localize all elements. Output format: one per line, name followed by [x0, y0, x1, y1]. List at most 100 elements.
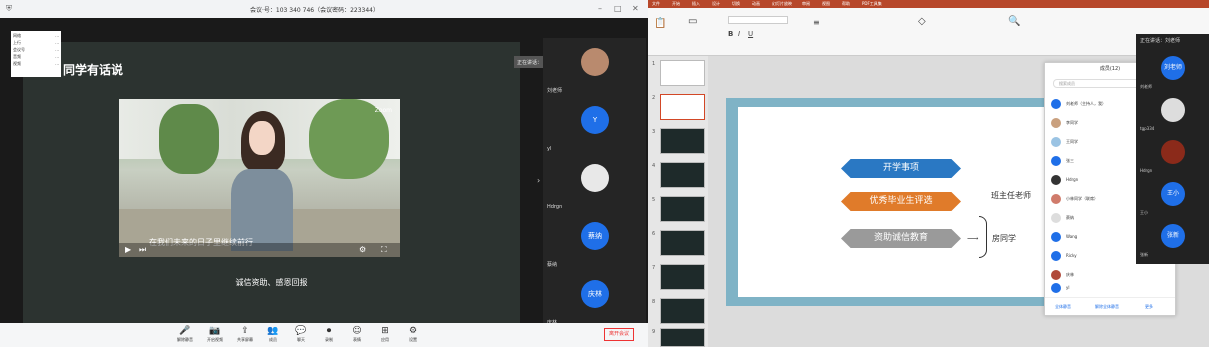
minimize-icon[interactable]: – [598, 4, 602, 13]
chat-label: 聊天 [297, 337, 305, 342]
slide-thumbnail[interactable]: 8 [652, 298, 705, 324]
member-name: 蔡纳 [1066, 215, 1074, 220]
paste-icon[interactable]: 📋 [654, 18, 666, 29]
meeting-titlebar: ⛨ 会议·号：103 340 746（会议密码：223344） – □ ✕ [0, 0, 648, 18]
member-name: 小林同学（联席） [1066, 196, 1098, 201]
apps-button[interactable]: ⊞ 应用 [372, 326, 398, 343]
share-screen-button[interactable]: ⇪ 共享屏幕 [232, 326, 258, 343]
emoji-button[interactable]: ☺ 表情 [344, 326, 370, 343]
settings-icon[interactable]: ⚙ [359, 245, 366, 254]
apps-label: 应用 [381, 337, 389, 342]
stat-key: 会议号 [13, 47, 25, 52]
video-player[interactable]: Zoom 在我们未来的日子里继续前行 ▶ ⏭ ⚙ ⛶ [119, 99, 400, 257]
leave-meeting-button[interactable]: 离开会议 [604, 328, 634, 341]
slide-number: 5 [652, 197, 656, 203]
meeting-window: ⛨ 会议·号：103 340 746（会议密码：223344） – □ ✕ 网络… [0, 0, 648, 347]
member-list-footer: 全体静音 解除全体静音 更多 [1045, 297, 1175, 315]
bold-icon[interactable]: B [728, 30, 733, 38]
participant-name: 王小 [1140, 210, 1148, 215]
camera-icon: 📷 [209, 326, 221, 336]
agenda-arrow[interactable]: 资助诚信教育 [841, 229, 961, 248]
handwritten-note: 房同学 [992, 234, 1016, 243]
avatar [1051, 270, 1061, 280]
stat-key: 视频 [13, 61, 21, 66]
members-button[interactable]: 👥 成员 [260, 326, 286, 343]
member-row[interactable]: 庆林 [1051, 268, 1171, 282]
stat-value: ... [55, 61, 59, 66]
tab-help[interactable]: 帮助 [842, 1, 850, 7]
video-button[interactable]: 📷 开启视频 [202, 326, 228, 343]
fullscreen-icon[interactable]: ⛶ [381, 245, 387, 255]
tab-pdf[interactable]: PDF工具集 [862, 1, 882, 7]
collapse-panel-icon[interactable]: › [537, 176, 540, 185]
avatar[interactable] [1161, 98, 1185, 122]
align-icon[interactable]: ≡ [813, 18, 820, 27]
participant-name: 张新 [1140, 252, 1148, 257]
mute-button[interactable]: 🎤 解除静音 [172, 326, 198, 343]
participant-tile[interactable]: 庆林 庆林 [543, 270, 646, 328]
new-slide-icon[interactable]: ▭ [688, 16, 697, 27]
slide-thumbnail[interactable]: 5 [652, 196, 705, 222]
underline-icon[interactable]: U [748, 30, 753, 38]
floating-header: 正在讲话：刘老师 [1140, 38, 1181, 44]
slide-thumbnail[interactable]: 1 [652, 60, 705, 86]
avatar[interactable]: 王小 [1161, 182, 1185, 206]
speaking-label: 正在讲话： [517, 60, 543, 66]
stat-value: ... [55, 54, 59, 59]
video-logo: Zoom [374, 107, 392, 114]
slide-thumbnail[interactable]: 9 [652, 328, 705, 347]
tab-design[interactable]: 设计 [712, 1, 720, 7]
tab-slideshow[interactable]: 幻灯片放映 [772, 1, 792, 7]
participant-tile[interactable]: Y yl [543, 96, 646, 154]
tab-animations[interactable]: 动画 [752, 1, 760, 7]
meeting-id-title: 会议·号：103 340 746（会议密码：223344） [250, 7, 379, 14]
record-button[interactable]: ⏺ 录制 [316, 326, 342, 343]
tab-file[interactable]: 文件 [652, 1, 660, 7]
maximize-icon[interactable]: □ [614, 4, 622, 13]
participant-name: 刘老师 [547, 88, 563, 94]
slide-thumbnail[interactable]: 3 [652, 128, 705, 154]
italic-icon[interactable]: I [738, 30, 740, 38]
next-icon[interactable]: ⏭ [139, 245, 146, 255]
participant-tile[interactable]: 刘老师 [543, 38, 646, 96]
participant-tile[interactable]: Hdrgn [543, 154, 646, 212]
settings-button[interactable]: ⚙ 设置 [400, 326, 426, 343]
avatar[interactable]: 张新 [1161, 224, 1185, 248]
gear-icon: ⚙ [408, 326, 418, 336]
tab-view[interactable]: 视图 [822, 1, 830, 7]
unmute-all-button[interactable]: 解除全体静音 [1095, 304, 1119, 310]
meeting-toolbar: 🎤 解除静音 📷 开启视频 ⇪ 共享屏幕 👥 成员 💬 聊天 ⏺ 录制 ☺ 表情 ⊞ 应用 ⚙ 设… [0, 323, 648, 347]
slide-thumbnail[interactable]: 2 [652, 94, 705, 120]
tab-transitions[interactable]: 切换 [732, 1, 740, 7]
slide-thumbnail[interactable]: 6 [652, 230, 705, 256]
member-name: 庆林 [1066, 272, 1074, 277]
play-icon[interactable]: ▶ [125, 245, 131, 254]
participant-name: yl [547, 146, 552, 152]
tab-review[interactable]: 审阅 [802, 1, 810, 7]
agenda-arrow[interactable]: 优秀毕业生评选 [841, 192, 961, 211]
slide-thumbnail[interactable]: 4 [652, 162, 705, 188]
find-icon[interactable]: 🔍 [1008, 16, 1020, 27]
agenda-arrow[interactable]: 开学事项 [841, 159, 961, 178]
shapes-icon[interactable]: ◇ [918, 16, 926, 27]
slide-thumbnail[interactable]: 7 [652, 264, 705, 290]
participant-tile[interactable]: 蔡纳 蔡纳 [543, 212, 646, 270]
font-name-field[interactable] [728, 16, 788, 24]
more-button[interactable]: 更多 [1145, 304, 1153, 310]
slide-content[interactable]: 开学事项 优秀毕业生评选 资助诚信教育 班主任老师 ⟶ 房同学 [738, 107, 1059, 297]
participant-name: Hdrgn [1140, 168, 1153, 173]
tab-home[interactable]: 开始 [672, 1, 680, 7]
tab-insert[interactable]: 插入 [692, 1, 700, 7]
share-caption: 诚信资助、感恩回报 [235, 278, 308, 287]
close-icon[interactable]: ✕ [632, 4, 639, 13]
avatar[interactable]: 刘老师 [1161, 56, 1185, 80]
member-row[interactable]: yl [1051, 281, 1171, 295]
avatar[interactable] [1161, 140, 1185, 164]
slide-number: 8 [652, 299, 656, 305]
share-label: 共享屏幕 [237, 337, 253, 342]
record-label: 录制 [325, 337, 333, 342]
avatar [1051, 175, 1061, 185]
mute-all-button[interactable]: 全体静音 [1055, 304, 1071, 310]
chat-button[interactable]: 💬 聊天 [288, 326, 314, 343]
slide-number: 1 [652, 61, 656, 67]
